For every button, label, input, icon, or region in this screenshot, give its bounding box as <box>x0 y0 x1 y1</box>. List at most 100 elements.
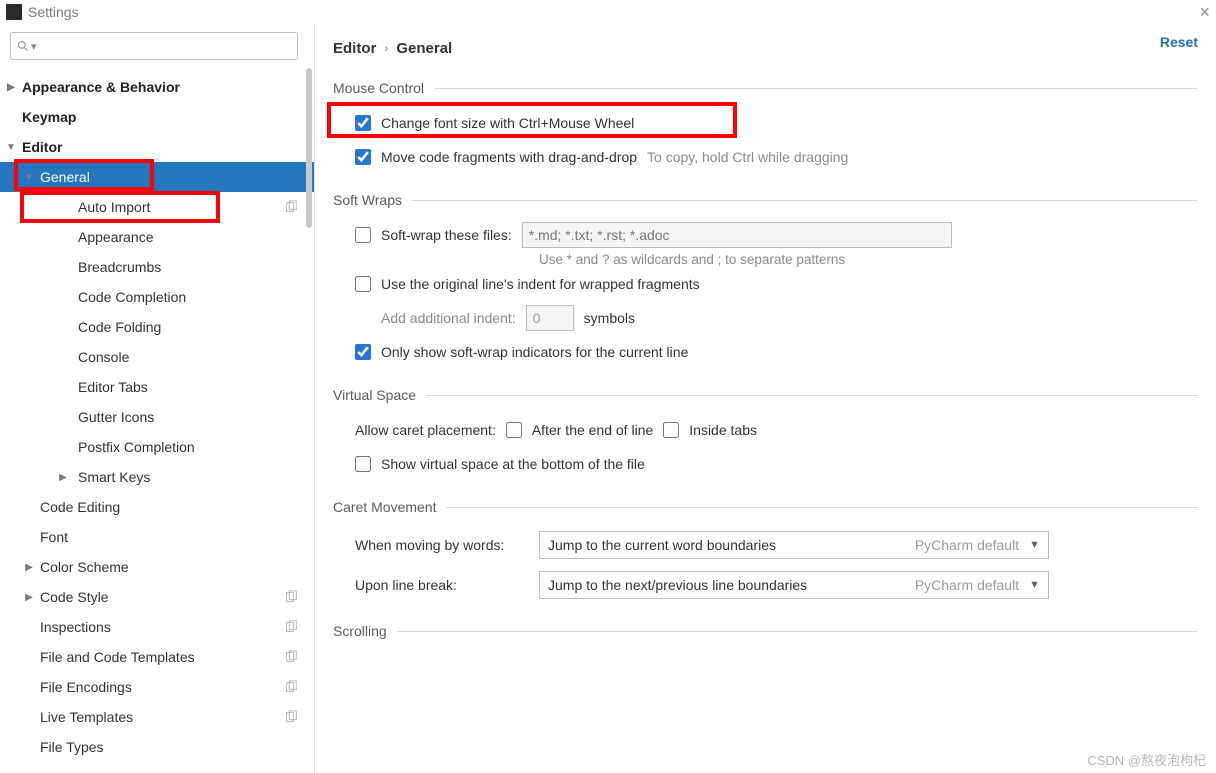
sidebar-item-label: Code Editing <box>40 499 120 515</box>
select-upon-line-break[interactable]: Jump to the next/previous line boundarie… <box>539 571 1049 599</box>
group-soft-wraps: Soft Wraps Soft-wrap these files: Use * … <box>333 192 1198 369</box>
reset-button[interactable]: Reset <box>1160 34 1198 50</box>
sidebar-item-keymap[interactable]: Keymap <box>0 102 314 132</box>
select-suffix: PyCharm default <box>915 537 1029 553</box>
sidebar-item-file-and-code-templates[interactable]: File and Code Templates <box>0 642 314 672</box>
sidebar-item-file-types[interactable]: File Types <box>0 732 314 762</box>
sidebar-item-postfix-completion[interactable]: Postfix Completion <box>0 432 314 462</box>
search-input[interactable]: ▾ <box>10 32 298 60</box>
sidebar-scrollbar[interactable] <box>306 68 312 769</box>
sidebar-item-font[interactable]: Font <box>0 522 314 552</box>
sidebar-item-editor[interactable]: ▼ Editor <box>0 132 314 162</box>
label-allow-caret: Allow caret placement: <box>355 422 496 438</box>
search-icon <box>17 40 29 52</box>
sidebar-item-label: Live Templates <box>40 709 133 725</box>
select-suffix: PyCharm default <box>915 577 1029 593</box>
window-title: Settings <box>28 4 1199 20</box>
checkbox-drag-drop[interactable] <box>355 149 371 165</box>
sidebar-item-console[interactable]: Console <box>0 342 314 372</box>
label-upon-line-break: Upon line break: <box>355 577 525 593</box>
sidebar-item-smart-keys[interactable]: ▶ Smart Keys <box>0 462 314 492</box>
checkbox-after-eol[interactable] <box>506 422 522 438</box>
settings-content: Editor › General Reset Mouse Control Cha… <box>315 24 1216 773</box>
chevron-down-icon: ▼ <box>6 142 16 153</box>
group-caret-movement: Caret Movement When moving by words: Jum… <box>333 499 1198 605</box>
checkbox-softwrap-files[interactable] <box>355 227 371 243</box>
breadcrumb: Editor › General <box>333 34 1198 62</box>
sidebar-item-editor-tabs[interactable]: Editor Tabs <box>0 372 314 402</box>
label-inside-tabs: Inside tabs <box>689 422 757 438</box>
select-value: Jump to the current word boundaries <box>548 537 915 553</box>
sidebar-item-code-completion[interactable]: Code Completion <box>0 282 314 312</box>
sidebar-item-color-scheme[interactable]: ▶ Color Scheme <box>0 552 314 582</box>
sidebar-item-code-editing[interactable]: Code Editing <box>0 492 314 522</box>
sidebar-item-label: Color Scheme <box>40 559 129 575</box>
chevron-down-icon: ▼ <box>1029 539 1040 551</box>
sidebar-item-label: Console <box>78 349 129 365</box>
sidebar-item-live-templates[interactable]: Live Templates <box>0 702 314 732</box>
sidebar-item-code-folding[interactable]: Code Folding <box>0 312 314 342</box>
sidebar-item-label: Gutter Icons <box>78 409 154 425</box>
group-legend: Caret Movement <box>333 499 446 515</box>
sidebar-item-label: Auto Import <box>78 199 150 215</box>
label-softwrap-files: Soft-wrap these files: <box>381 227 512 243</box>
sidebar-item-label: Code Completion <box>78 289 186 305</box>
sidebar-item-label: Postfix Completion <box>78 439 195 455</box>
chevron-right-icon: ▶ <box>58 472 68 483</box>
hint-drag-drop: To copy, hold Ctrl while dragging <box>647 149 848 165</box>
label-moving-by-words: When moving by words: <box>355 537 525 553</box>
checkbox-original-indent[interactable] <box>355 276 371 292</box>
copy-icon <box>284 590 298 604</box>
label-change-font-size: Change font size with Ctrl+Mouse Wheel <box>381 115 634 131</box>
sidebar-item-label: Editor Tabs <box>78 379 148 395</box>
window-titlebar: Settings × <box>0 0 1216 24</box>
checkbox-change-font-size[interactable] <box>355 115 371 131</box>
label-drag-drop: Move code fragments with drag-and-drop <box>381 149 637 165</box>
sidebar-item-label: File Encodings <box>40 679 132 695</box>
label-softwrap-indicators: Only show soft-wrap indicators for the c… <box>381 344 688 360</box>
sidebar-item-general[interactable]: ▼General <box>0 162 314 192</box>
group-legend: Soft Wraps <box>333 192 412 208</box>
settings-sidebar: ▾ ▶ Appearance & Behavior Keymap ▼ Editor ▼Ge… <box>0 24 315 773</box>
sidebar-item-label: General <box>40 169 90 185</box>
sidebar-item-appearance[interactable]: Appearance <box>0 222 314 252</box>
copy-icon <box>284 650 298 664</box>
label-additional-indent: Add additional indent: <box>381 310 516 326</box>
hint-softwrap-wildcards: Use * and ? as wildcards and ; to separa… <box>333 252 1198 267</box>
sidebar-item-label: Smart Keys <box>78 469 150 485</box>
sidebar-item-code-style[interactable]: ▶Code Style <box>0 582 314 612</box>
label-original-indent: Use the original line's indent for wrapp… <box>381 276 700 292</box>
sidebar-item-label: Inspections <box>40 619 111 635</box>
group-mouse-control: Mouse Control Change font size with Ctrl… <box>333 80 1198 174</box>
input-softwrap-patterns[interactable] <box>522 222 952 248</box>
label-virtual-bottom: Show virtual space at the bottom of the … <box>381 456 645 472</box>
sidebar-item-label: Appearance & Behavior <box>22 79 180 95</box>
chevron-right-icon: ▶ <box>24 592 34 603</box>
sidebar-item-label: Font <box>40 529 68 545</box>
breadcrumb-seg-2: General <box>396 40 452 57</box>
checkbox-virtual-bottom[interactable] <box>355 456 371 472</box>
chevron-down-icon: ▼ <box>1029 579 1040 591</box>
sidebar-item-label: Keymap <box>22 109 76 125</box>
sidebar-item-appearance-behavior[interactable]: ▶ Appearance & Behavior <box>0 72 314 102</box>
input-additional-indent[interactable] <box>526 305 574 331</box>
chevron-right-icon: ▶ <box>24 562 34 573</box>
chevron-right-icon: ▶ <box>6 82 16 93</box>
close-icon[interactable]: × <box>1199 2 1210 23</box>
group-scrolling: Scrolling <box>333 623 1198 649</box>
checkbox-softwrap-indicators[interactable] <box>355 344 371 360</box>
select-moving-by-words[interactable]: Jump to the current word boundaries PyCh… <box>539 531 1049 559</box>
sidebar-item-label: Editor <box>22 139 62 155</box>
copy-icon <box>284 200 298 214</box>
sidebar-item-label: File Types <box>40 739 104 755</box>
sidebar-item-file-encodings[interactable]: File Encodings <box>0 672 314 702</box>
copy-icon <box>284 710 298 724</box>
sidebar-item-gutter-icons[interactable]: Gutter Icons <box>0 402 314 432</box>
watermark: CSDN @熬夜泡枸杞 <box>1087 750 1206 769</box>
checkbox-inside-tabs[interactable] <box>663 422 679 438</box>
search-caret-icon: ▾ <box>31 40 37 53</box>
sidebar-item-inspections[interactable]: Inspections <box>0 612 314 642</box>
sidebar-item-breadcrumbs[interactable]: Breadcrumbs <box>0 252 314 282</box>
sidebar-item-auto-import[interactable]: Auto Import <box>0 192 314 222</box>
sidebar-item-label: Breadcrumbs <box>78 259 161 275</box>
